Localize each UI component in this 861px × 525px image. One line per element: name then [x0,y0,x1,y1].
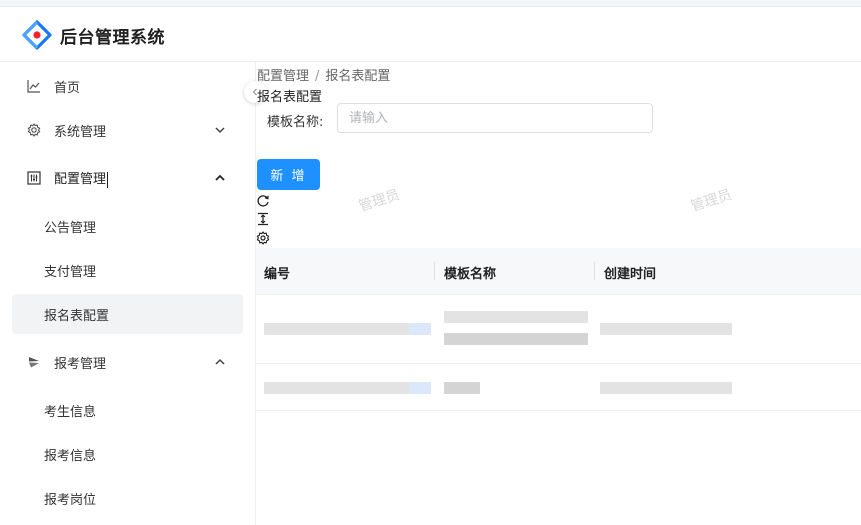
sidebar-subitem-payment[interactable]: 支付管理 [12,250,243,290]
breadcrumb-separator: / [315,69,320,84]
sidebar-item-label: 报考信息 [44,448,97,464]
column-header-id[interactable]: 编号 [264,263,290,282]
column-divider [434,262,435,280]
redacted-cell [264,323,409,335]
add-button[interactable]: 新 增 [257,159,320,190]
sidebar-subitem-registrations[interactable]: 报考信息 [12,434,243,474]
sidebar-item-label: 首页 [54,80,81,96]
watermark: 管理员 [688,186,734,216]
window-top-strip [0,0,861,7]
chevron-up-icon [215,174,225,181]
sidebar: 首页 系统管理 配置管理 公告管理 支付管理 报名表配置 报考管理 考生信息 报… [0,62,256,525]
table-row[interactable] [256,295,861,364]
sidebar-item-label: 配置管理 [54,171,109,188]
column-divider [594,262,595,280]
sidebar-item-label: 公告管理 [44,220,97,236]
app-title: 后台管理系统 [60,28,165,48]
settings-icon[interactable] [256,231,270,245]
redacted-cell [600,382,732,394]
page-title: 报名表配置 [257,90,323,105]
send-icon [26,354,42,370]
sidebar-item-label: 系统管理 [54,124,107,140]
watermark: 管理员 [356,186,402,216]
column-height-icon[interactable] [256,212,270,226]
column-header-template-name[interactable]: 模板名称 [444,263,496,282]
gear-icon [26,122,42,138]
sidebar-item-label: 报考岗位 [44,492,97,508]
sidebar-subitem-announcement[interactable]: 公告管理 [12,206,243,246]
redacted-cell [409,323,431,335]
text-cursor [107,171,109,188]
redacted-cell [444,333,588,345]
redacted-cell [264,382,409,394]
sidebar-subitem-form-config[interactable]: 报名表配置 [12,294,243,334]
sidebar-item-home[interactable]: 首页 [12,66,243,106]
sidebar-item-config[interactable]: 配置管理 [12,158,243,198]
chevron-down-icon [215,127,225,134]
template-name-input[interactable] [337,103,653,133]
sliders-icon [26,170,42,186]
redacted-cell [444,382,480,394]
chevron-up-icon [215,358,225,365]
column-header-created-time[interactable]: 创建时间 [604,263,656,282]
sidebar-item-label: 考生信息 [44,404,97,420]
breadcrumb-current: 报名表配置 [325,69,391,84]
sidebar-subitem-candidates[interactable]: 考生信息 [12,390,243,430]
line-chart-icon [26,78,42,94]
redacted-cell [409,382,431,394]
sidebar-item-exam[interactable]: 报考管理 [12,342,243,382]
sidebar-item-label: 报考管理 [54,356,107,372]
table-row[interactable] [256,364,861,411]
sidebar-item-label: 支付管理 [44,264,97,280]
redacted-cell [444,311,588,323]
redacted-cell [600,323,732,335]
diamond-logo-icon [22,20,52,50]
sidebar-item-system[interactable]: 系统管理 [12,110,243,150]
sidebar-subitem-positions[interactable]: 报考岗位 [12,478,243,518]
breadcrumb-parent[interactable]: 配置管理 [257,69,309,84]
template-name-label: 模板名称: [267,115,324,130]
sidebar-item-label: 报名表配置 [44,308,110,324]
refresh-icon[interactable] [256,194,270,208]
app-header: 后台管理系统 [0,7,861,62]
breadcrumb: 配置管理 / 报名表配置 [257,65,390,84]
table-header: 编号 模板名称 创建时间 [256,248,861,295]
